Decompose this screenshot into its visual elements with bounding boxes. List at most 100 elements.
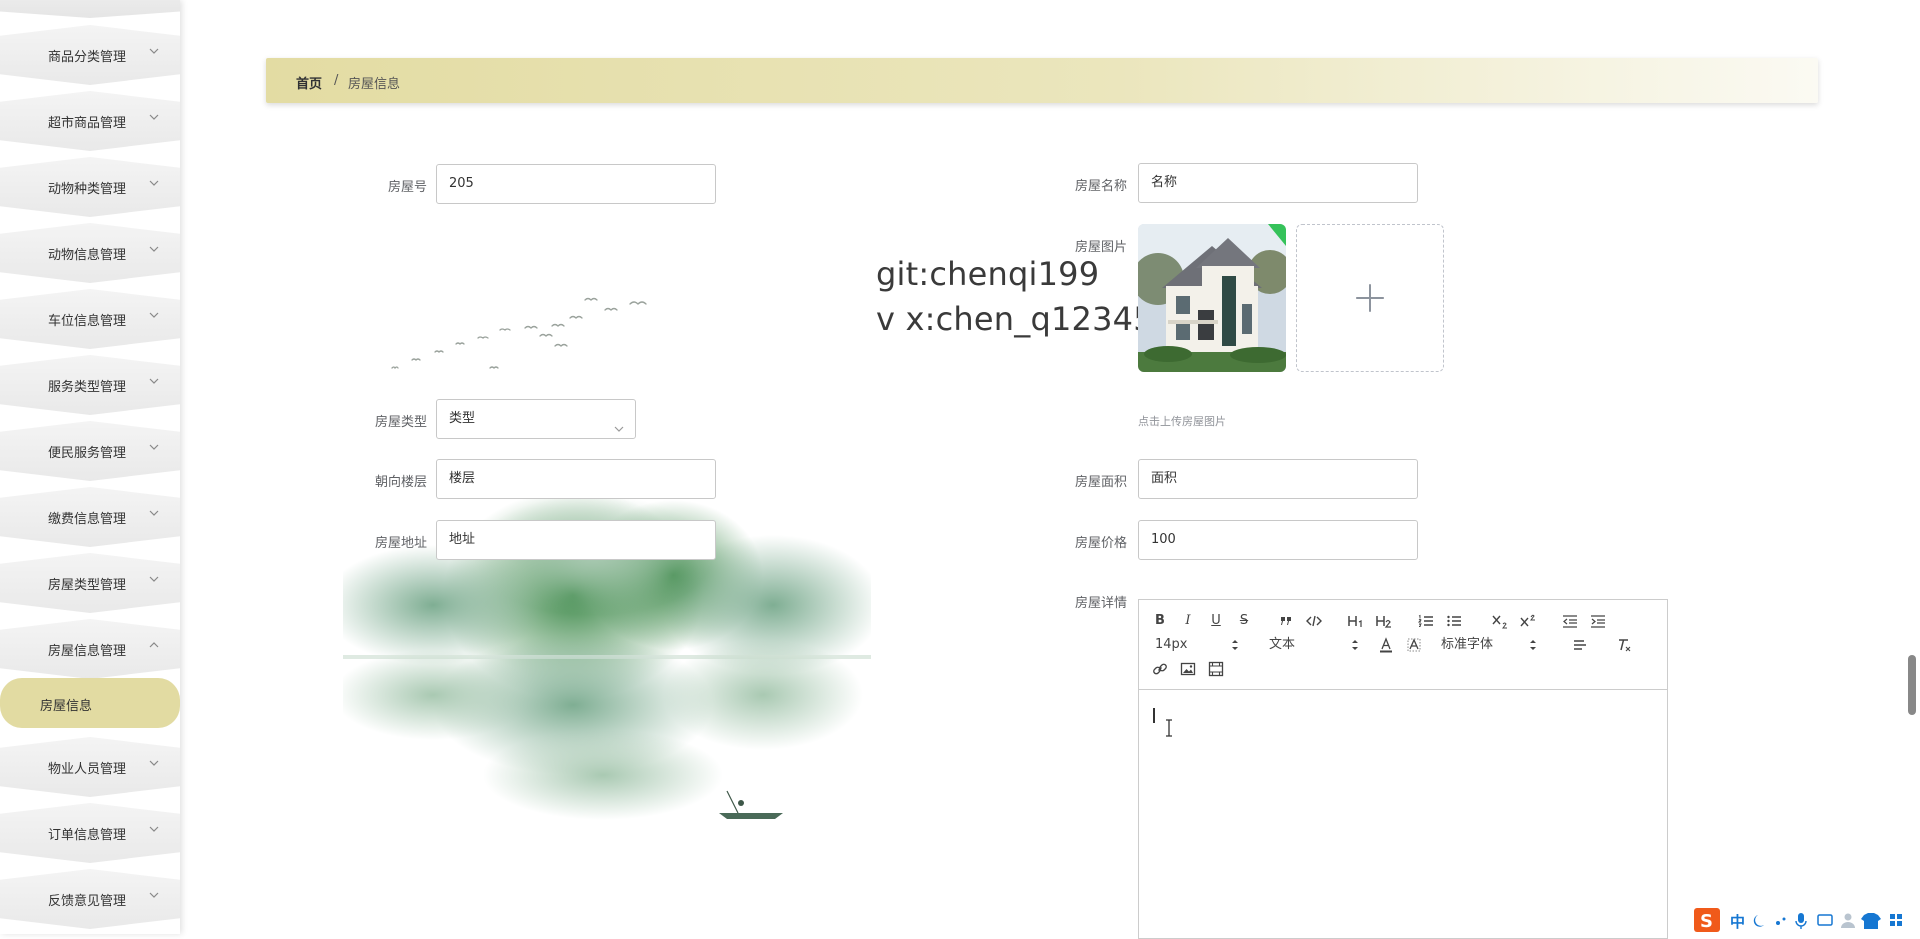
- underline-button[interactable]: U: [1205, 611, 1227, 631]
- image-icon[interactable]: [1177, 659, 1199, 679]
- chevron-down-icon: [148, 573, 160, 585]
- sidebar-item-animal-type[interactable]: 动物种类管理: [0, 157, 180, 217]
- text-cursor: [1153, 708, 1155, 723]
- house-type-select[interactable]: 类型: [436, 399, 636, 439]
- subscript-icon[interactable]: [1489, 611, 1511, 631]
- area-input[interactable]: [1151, 469, 1405, 484]
- heading1-icon[interactable]: [1345, 611, 1367, 631]
- chevron-down-icon: [148, 507, 160, 519]
- updown-icon: [1530, 640, 1536, 650]
- house-name-input[interactable]: [1151, 173, 1405, 188]
- video-icon[interactable]: [1205, 659, 1227, 679]
- address-field[interactable]: [436, 520, 716, 560]
- sidebar-item-label: 动物种类管理: [48, 182, 127, 197]
- quote-icon[interactable]: [1275, 611, 1297, 631]
- page-scrollbar[interactable]: [1906, 80, 1918, 720]
- chevron-down-icon: [148, 823, 160, 835]
- sidebar-item-service-type[interactable]: 服务类型管理: [0, 355, 180, 415]
- sidebar-item-label: 动物信息管理: [48, 248, 127, 263]
- code-icon[interactable]: [1303, 611, 1325, 631]
- ordered-list-icon[interactable]: [1415, 611, 1437, 631]
- link-icon[interactable]: [1149, 659, 1171, 679]
- price-field[interactable]: [1138, 520, 1418, 560]
- house-image-thumbnail[interactable]: [1138, 224, 1286, 372]
- house-type-label: 房屋类型: [374, 415, 427, 430]
- editor-toolbar: B I U S 14px 文本 标准字体: [1139, 600, 1667, 690]
- chevron-down-icon: [148, 757, 160, 769]
- chevron-down-icon: [148, 243, 160, 255]
- floor-input[interactable]: [449, 469, 703, 484]
- heading2-icon[interactable]: [1373, 611, 1395, 631]
- italic-button[interactable]: I: [1177, 611, 1199, 631]
- scrollbar-thumb[interactable]: [1908, 655, 1916, 715]
- sidebar-item-staff[interactable]: 物业人员管理: [0, 737, 180, 797]
- plus-icon: [1356, 284, 1384, 312]
- price-input[interactable]: [1151, 532, 1405, 547]
- floor-field[interactable]: [436, 459, 716, 499]
- ime-toolbar[interactable]: S 中: [1694, 907, 1920, 934]
- font-size-value: 14px: [1155, 637, 1188, 652]
- submenu-item-house-info[interactable]: 房屋信息: [0, 678, 180, 728]
- house-name-field[interactable]: [1138, 163, 1418, 203]
- align-left-icon[interactable]: [1569, 635, 1591, 655]
- chevron-down-icon: [148, 441, 160, 453]
- sidebar-item-parking[interactable]: 车位信息管理: [0, 289, 180, 349]
- background-color-icon[interactable]: [1403, 635, 1425, 655]
- breadcrumb-home-link[interactable]: 首页: [296, 73, 322, 92]
- watermark-line-2: v x:chen_q123456: [876, 300, 1175, 338]
- chevron-down-icon: [148, 177, 160, 189]
- format-value: 文本: [1269, 637, 1296, 652]
- strike-button[interactable]: S: [1233, 611, 1255, 631]
- ibeam-cursor-icon: [1166, 719, 1172, 737]
- sidebar-item-supermarket[interactable]: 超市商品管理: [0, 91, 180, 151]
- sidebar-item-house-info[interactable]: 房屋信息管理: [0, 619, 180, 679]
- area-field[interactable]: [1138, 459, 1418, 499]
- house-type-value: 类型: [449, 411, 476, 426]
- breadcrumb-current: 房屋信息: [348, 77, 401, 92]
- chevron-down-icon: [148, 111, 160, 123]
- submenu-item-label: 房屋信息: [40, 699, 93, 714]
- breadcrumb: 首页 / 房屋信息: [266, 58, 1818, 103]
- sidebar-item-payment[interactable]: 缴费信息管理: [0, 487, 180, 547]
- font-family-select[interactable]: 标准字体: [1441, 635, 1541, 655]
- font-size-select[interactable]: 14px: [1155, 635, 1245, 655]
- address-label: 房屋地址: [374, 536, 427, 551]
- sidebar-item-label: 订单信息管理: [48, 828, 127, 843]
- sidebar-item-feedback[interactable]: 反馈意见管理: [0, 869, 180, 929]
- bullet-list-icon[interactable]: [1443, 611, 1465, 631]
- address-input[interactable]: [449, 530, 703, 545]
- house-name-label: 房屋名称: [1074, 179, 1127, 194]
- sidebar-item-animal-info[interactable]: 动物信息管理: [0, 223, 180, 283]
- house-photo: [1138, 224, 1286, 372]
- chevron-down-icon: [613, 413, 625, 432]
- chevron-down-icon: [148, 309, 160, 321]
- sidebar-item-label: 车位信息管理: [48, 314, 127, 329]
- chevron-up-icon: [148, 639, 160, 651]
- sidebar-item-orders[interactable]: 订单信息管理: [0, 803, 180, 863]
- sidebar-item-label: 反馈意见管理: [48, 894, 127, 909]
- updown-icon: [1232, 640, 1238, 650]
- sidebar-item-partial[interactable]: [0, 0, 180, 18]
- sidebar-item-convenience[interactable]: 便民服务管理: [0, 421, 180, 481]
- sidebar-item-house-type[interactable]: 房屋类型管理: [0, 553, 180, 613]
- font-color-icon[interactable]: [1375, 635, 1397, 655]
- breadcrumb-separator: /: [334, 73, 339, 88]
- clear-format-icon[interactable]: [1613, 635, 1635, 655]
- house-no-input[interactable]: [449, 176, 703, 191]
- watermark-text: git:chenqi199 v x:chen_q123456: [876, 252, 1174, 342]
- watermark-line-1: git:chenqi199: [876, 255, 1100, 293]
- sidebar-item-category[interactable]: 商品分类管理: [0, 25, 180, 85]
- rich-text-editor: B I U S 14px 文本 标准字体: [1138, 599, 1668, 939]
- indent-icon[interactable]: [1587, 611, 1609, 631]
- sidebar: 商品分类管理 超市商品管理 动物种类管理 动物信息管理 车位信息管理 服务类型管…: [0, 0, 180, 934]
- image-upload-button[interactable]: [1296, 224, 1444, 372]
- superscript-icon[interactable]: [1517, 611, 1539, 631]
- sidebar-item-label: 服务类型管理: [48, 380, 127, 395]
- outdent-icon[interactable]: [1559, 611, 1581, 631]
- format-select[interactable]: 文本: [1269, 635, 1359, 655]
- bold-button[interactable]: B: [1149, 611, 1171, 631]
- upload-tip: 点击上传房屋图片: [1138, 415, 1226, 428]
- house-no-field[interactable]: [436, 164, 716, 204]
- house-image-label: 房屋图片: [1074, 240, 1127, 255]
- sidebar-item-label: 商品分类管理: [48, 50, 127, 65]
